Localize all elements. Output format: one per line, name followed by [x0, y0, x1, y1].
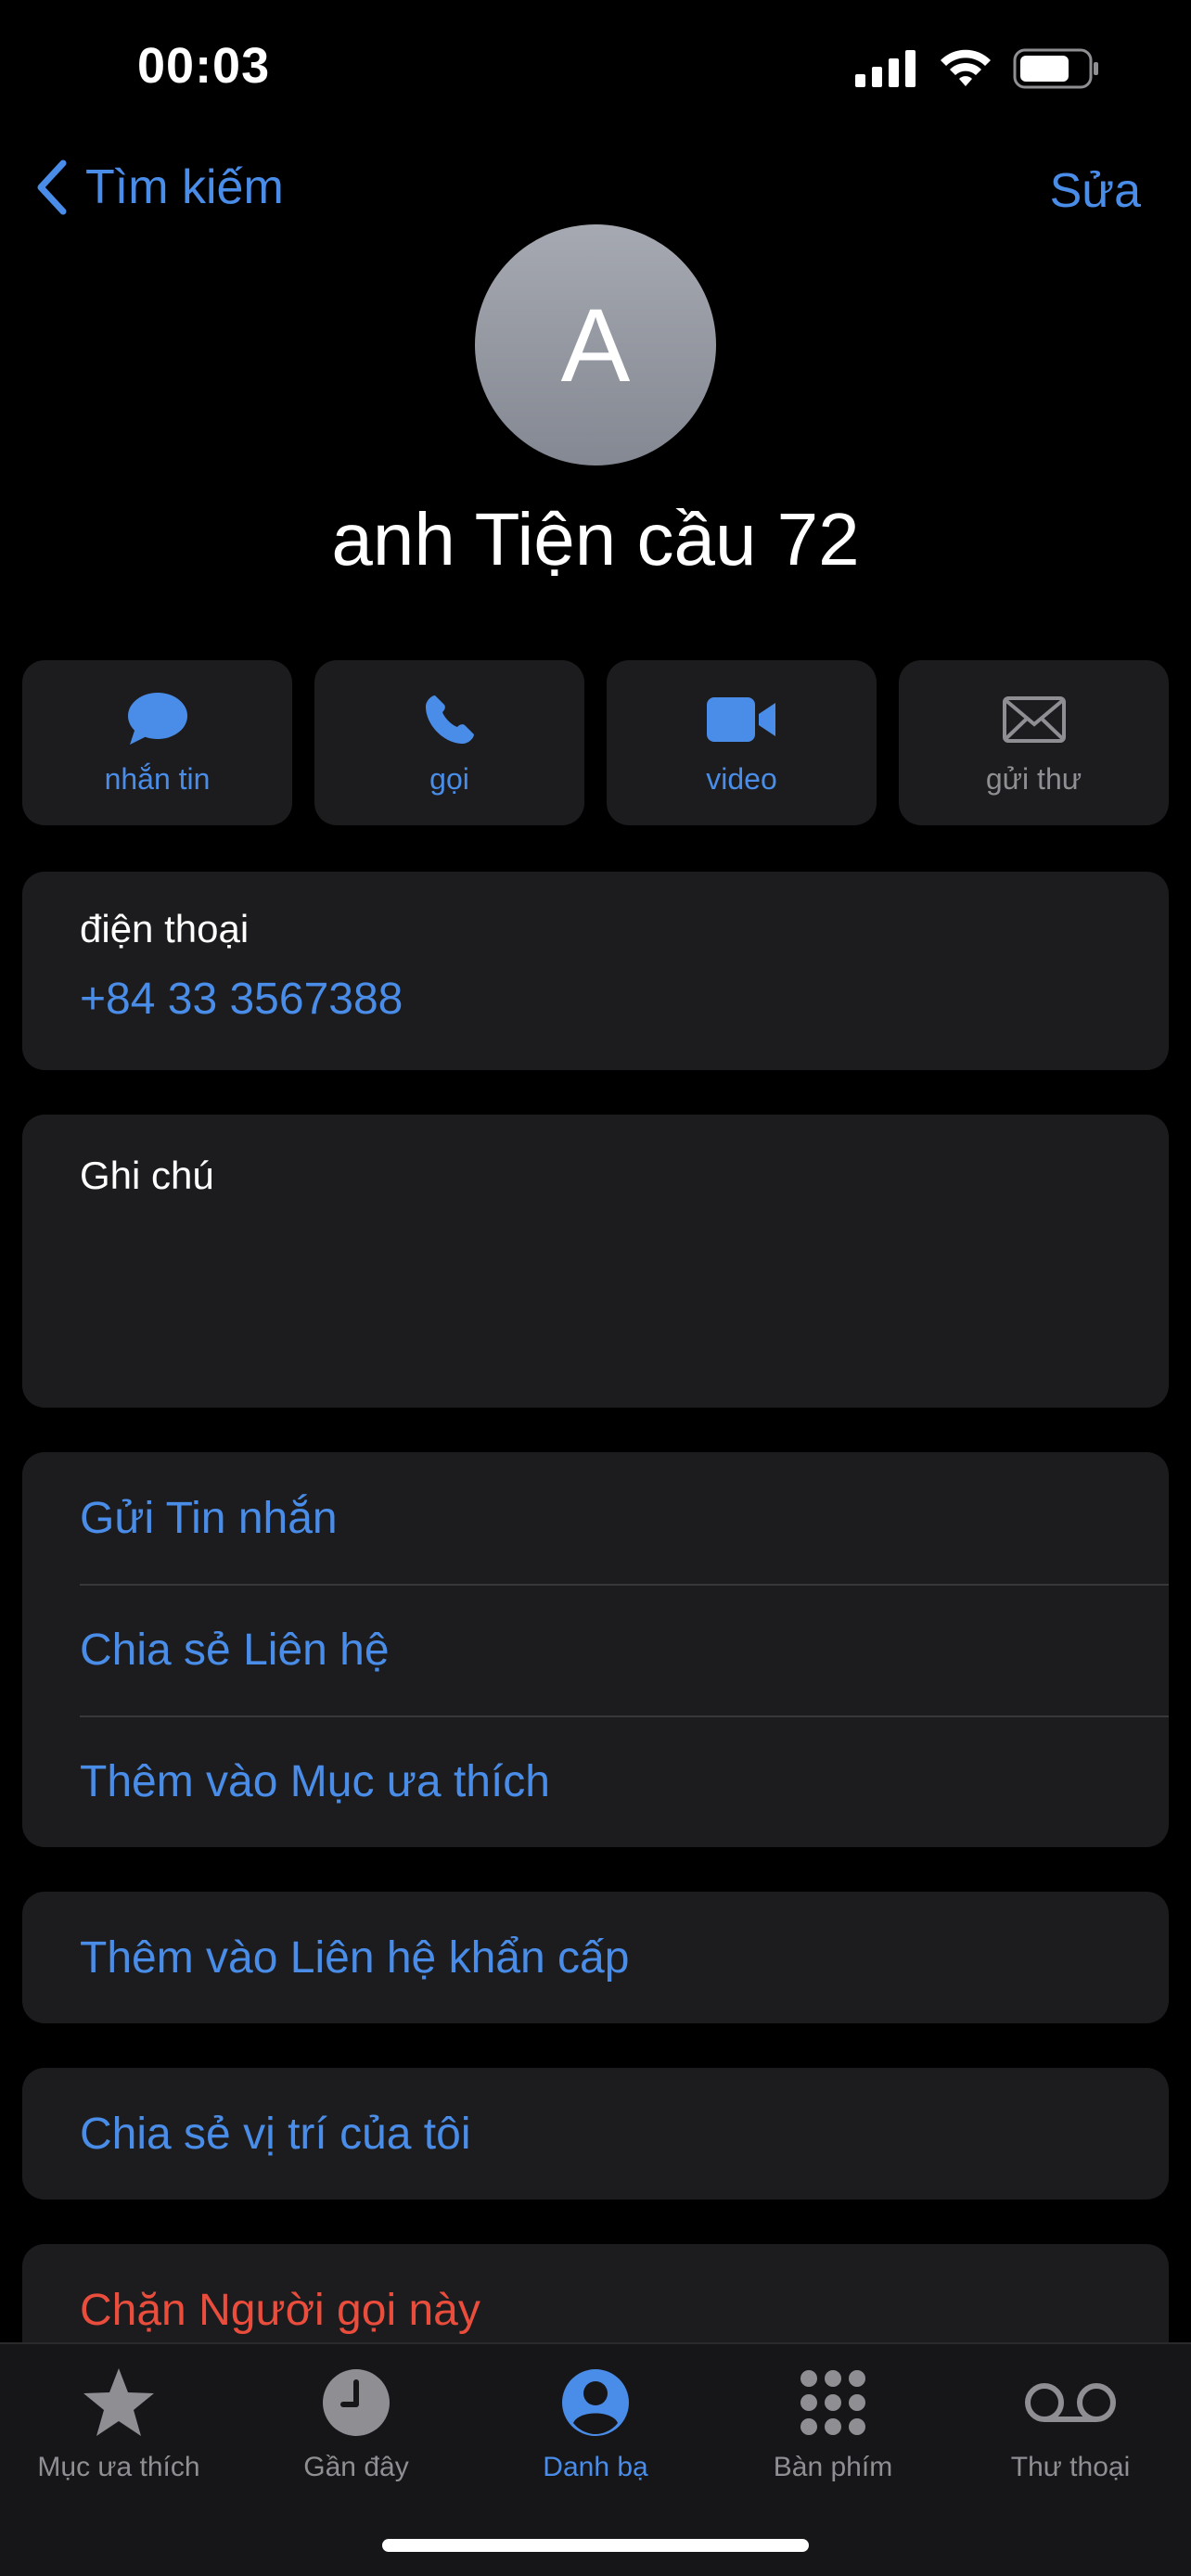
tab-voicemail[interactable]: Thư thoại — [952, 2361, 1189, 2483]
home-indicator[interactable] — [382, 2539, 809, 2552]
tab-recents[interactable]: Gần đây — [237, 2361, 475, 2483]
wifi-icon — [941, 49, 991, 86]
mail-action-button[interactable]: gửi thư — [899, 660, 1169, 825]
status-icons — [855, 48, 1100, 89]
tab-contacts-label: Danh bạ — [543, 2452, 648, 2482]
share-location-card: Chia sẻ vị trí của tôi — [22, 2068, 1169, 2200]
edit-button[interactable]: Sửa — [1050, 163, 1141, 219]
tab-recents-label: Gần đây — [303, 2452, 409, 2482]
notes-label: Ghi chú — [80, 1154, 214, 1197]
chevron-left-icon — [37, 159, 67, 215]
add-emergency-contact-option[interactable]: Thêm vào Liên hệ khẩn cấp — [80, 1892, 1169, 2023]
share-location-option[interactable]: Chia sẻ vị trí của tôi — [80, 2068, 1169, 2200]
star-icon — [83, 2368, 154, 2436]
tab-contacts[interactable]: Danh bạ — [477, 2361, 714, 2483]
tab-keypad-label: Bàn phím — [773, 2452, 893, 2482]
message-bubble-icon — [127, 692, 187, 745]
message-action-label: nhắn tin — [104, 761, 211, 796]
back-button-label: Tìm kiếm — [85, 160, 284, 214]
battery-icon — [1013, 48, 1098, 89]
phone-label: điện thoại — [80, 907, 250, 950]
video-action-label: video — [706, 761, 777, 796]
tab-favorites-label: Mục ưa thích — [37, 2452, 200, 2482]
tab-voicemail-label: Thư thoại — [1010, 2452, 1131, 2482]
call-action-label: gọi — [429, 761, 469, 796]
mail-action-label: gửi thư — [985, 761, 1082, 796]
quick-actions: nhắn tin gọi video gửi thư — [22, 660, 1169, 825]
message-action-button[interactable]: nhắn tin — [22, 660, 292, 825]
tab-keypad[interactable]: Bàn phím — [714, 2361, 952, 2483]
cellular-signal-icon — [855, 50, 916, 87]
call-action-button[interactable]: gọi — [314, 660, 584, 825]
contact-options-list: Gửi Tin nhắn Chia sẻ Liên hệ Thêm vào Mụ… — [22, 1452, 1169, 1847]
status-time: 00:03 — [137, 38, 271, 94]
envelope-icon — [1002, 695, 1066, 743]
avatar-initial: A — [560, 287, 631, 403]
contact-name: anh Tiện cầu 72 — [331, 498, 860, 580]
video-camera-icon — [706, 696, 775, 742]
voicemail-icon — [1025, 2383, 1116, 2422]
phone-number-link[interactable]: +84 33 3567388 — [80, 974, 403, 1025]
avatar: A — [475, 224, 716, 465]
add-to-favorites-option[interactable]: Thêm vào Mục ưa thích — [80, 1715, 1169, 1847]
video-action-button[interactable]: video — [607, 660, 877, 825]
tab-favorites[interactable]: Mục ưa thích — [0, 2361, 237, 2483]
clock-icon — [323, 2369, 390, 2436]
contact-detail-screen: 00:03 Tìm kiếm Sửa A anh Tiện cầu 72 nhắ… — [0, 0, 1191, 2576]
back-button[interactable]: Tìm kiếm — [35, 159, 284, 215]
person-circle-icon — [562, 2369, 629, 2436]
emergency-contact-card: Thêm vào Liên hệ khẩn cấp — [22, 1892, 1169, 2023]
phone-card: điện thoại +84 33 3567388 — [22, 872, 1169, 1070]
phone-icon — [425, 695, 474, 744]
send-message-option[interactable]: Gửi Tin nhắn — [80, 1452, 1169, 1584]
share-contact-option[interactable]: Chia sẻ Liên hệ — [80, 1584, 1169, 1715]
keypad-icon — [800, 2370, 865, 2435]
notes-field[interactable]: Ghi chú — [22, 1115, 1169, 1408]
